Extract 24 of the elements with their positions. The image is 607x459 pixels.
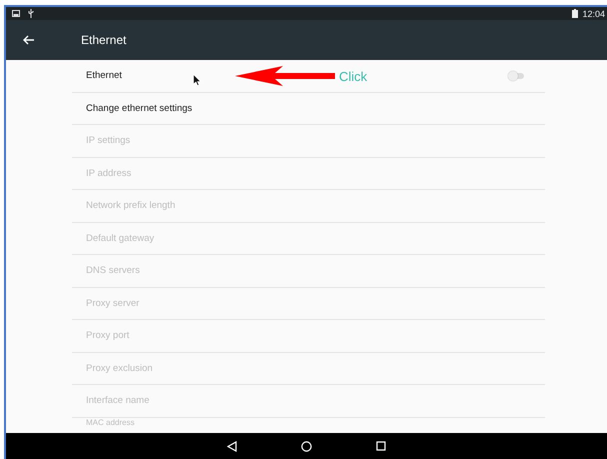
annotation-text: Click xyxy=(339,68,368,84)
setting-label[interactable]: Ethernet xyxy=(86,70,122,82)
setting-label: Proxy exclusion xyxy=(86,362,153,374)
setting-label: DNS servers xyxy=(86,265,140,276)
usb-icon xyxy=(28,9,34,18)
setting-label: Network prefix length xyxy=(86,200,176,212)
back-arrow-icon[interactable] xyxy=(23,35,34,45)
setting-label: Proxy port xyxy=(86,330,130,342)
back-icon[interactable] xyxy=(227,440,237,452)
home-icon[interactable] xyxy=(301,440,312,452)
toggle-switch[interactable] xyxy=(508,71,525,81)
cursor-icon xyxy=(193,74,201,86)
setting-label: Default gateway xyxy=(86,232,154,244)
setting-label: Proxy server xyxy=(86,298,140,309)
setting-label: Interface name xyxy=(86,395,150,406)
recents-icon[interactable] xyxy=(376,441,386,451)
setting-label: IP settings xyxy=(86,135,130,146)
image-icon xyxy=(12,10,20,17)
battery-icon xyxy=(572,9,578,18)
screen-title: Ethernet xyxy=(81,33,126,47)
clock: 12:04 xyxy=(582,8,605,18)
setting-label[interactable]: Change ethernet settings xyxy=(86,102,192,114)
setting-label: MAC address xyxy=(86,418,134,426)
setting-label: IP address xyxy=(86,168,132,179)
